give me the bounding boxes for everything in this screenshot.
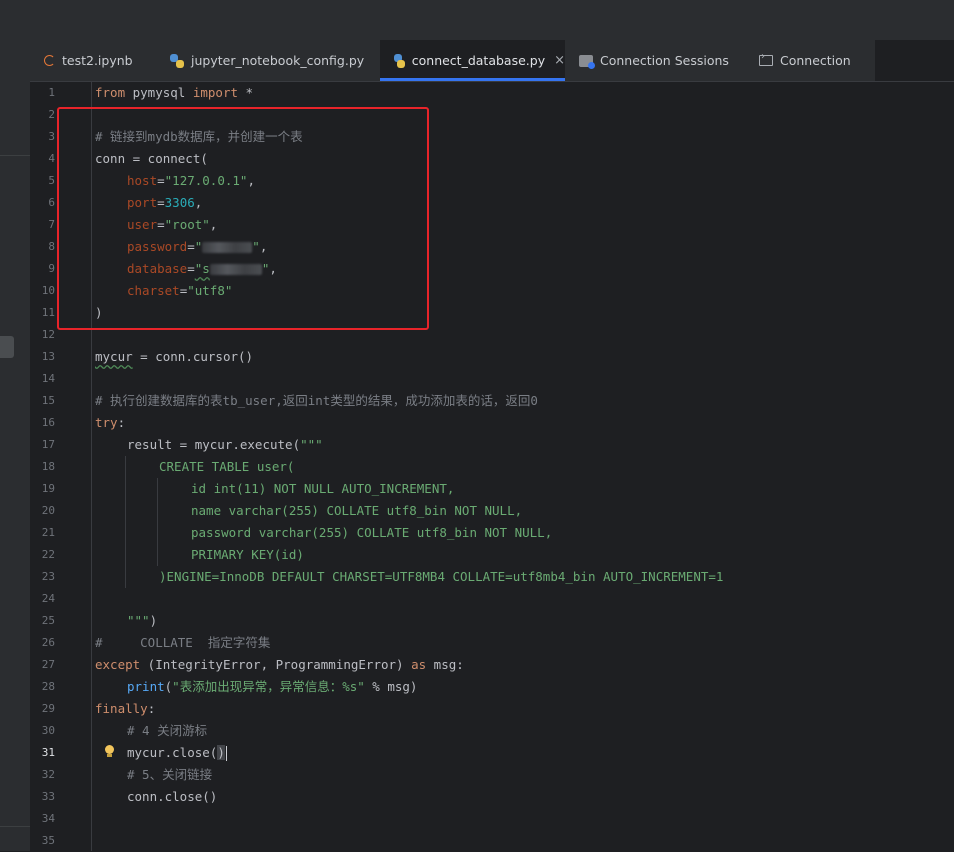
code-line[interactable]: except (IntegrityError, ProgrammingError… (95, 654, 464, 676)
sessions-icon (579, 54, 595, 69)
tab-label: connect_database.py (411, 53, 546, 68)
tab-connect-database[interactable]: connect_database.py × (380, 40, 565, 81)
code-comment[interactable]: # 5、关闭链接 (127, 764, 212, 786)
tool-window-button[interactable] (0, 336, 14, 358)
code-line[interactable]: result = mycur.execute(""" (127, 434, 323, 456)
code-line[interactable]: PRIMARY KEY(id) (191, 544, 304, 566)
code-line[interactable]: password varchar(255) COLLATE utf8_bin N… (191, 522, 552, 544)
line-number: 13 (41, 350, 55, 363)
code-comment[interactable]: # COLLATE 指定字符集 (95, 632, 270, 654)
line-number: 8 (48, 240, 55, 253)
line-number: 27 (41, 658, 55, 671)
jupyter-icon (44, 55, 55, 66)
tab-label: Connection Sessions (600, 53, 729, 68)
line-number: 31 (41, 746, 55, 759)
code-line-current[interactable]: mycur.close() (127, 742, 228, 764)
code-line[interactable]: finally: (95, 698, 155, 720)
indent-guide (125, 456, 126, 588)
tab-jupyter-notebook-config[interactable]: jupyter_notebook_config.py (156, 40, 380, 81)
line-number: 1 (48, 86, 55, 99)
line-number: 3 (48, 130, 55, 143)
left-tool-strip (0, 40, 31, 851)
line-number: 20 (41, 504, 55, 517)
line-number: 6 (48, 196, 55, 209)
tab-label: test2.ipynb (62, 53, 133, 68)
tab-label: jupyter_notebook_config.py (191, 53, 365, 68)
line-number: 29 (41, 702, 55, 715)
tab-label: Connection (780, 53, 851, 68)
line-number: 17 (41, 438, 55, 451)
editor-tab-bar: test2.ipynb jupyter_notebook_config.py c… (30, 40, 954, 82)
line-number: 32 (41, 768, 55, 781)
text-cursor (225, 746, 228, 761)
line-number: 30 (41, 724, 55, 737)
line-number: 26 (41, 636, 55, 649)
close-icon[interactable]: × (554, 53, 565, 68)
tab-connection[interactable]: Connection (745, 40, 875, 81)
code-line[interactable]: from pymysql import * (95, 82, 253, 104)
annotation-highlight-box (57, 107, 429, 330)
python-file-icon (394, 53, 405, 68)
line-number: 2 (48, 108, 55, 121)
line-number: 5 (48, 174, 55, 187)
code-line[interactable]: id int(11) NOT NULL AUTO_INCREMENT, (191, 478, 454, 500)
code-line[interactable]: name varchar(255) COLLATE utf8_bin NOT N… (191, 500, 522, 522)
line-number: 4 (48, 152, 55, 165)
line-number: 22 (41, 548, 55, 561)
line-number: 9 (48, 262, 55, 275)
code-line[interactable]: print("表添加出现异常，异常信息：%s" % msg) (127, 676, 417, 698)
indent-guide (157, 478, 158, 566)
line-number: 11 (41, 306, 55, 319)
code-line[interactable]: )ENGINE=InnoDB DEFAULT CHARSET=UTF8MB4 C… (159, 566, 723, 588)
line-number: 35 (41, 834, 55, 847)
code-line[interactable]: conn.close() (127, 786, 217, 808)
code-line[interactable]: """) (127, 610, 157, 632)
line-number: 19 (41, 482, 55, 495)
code-line[interactable]: mycur = conn.cursor() (95, 346, 253, 368)
line-number: 24 (41, 592, 55, 605)
console-icon (759, 51, 773, 66)
line-number: 10 (41, 284, 55, 297)
line-number: 18 (41, 460, 55, 473)
tab-connection-sessions[interactable]: Connection Sessions (565, 40, 745, 81)
line-number: 23 (41, 570, 55, 583)
line-number: 16 (41, 416, 55, 429)
line-number: 21 (41, 526, 55, 539)
line-number: 15 (41, 394, 55, 407)
code-line[interactable]: try: (95, 412, 125, 434)
title-bar (0, 0, 954, 40)
code-comment[interactable]: # 执行创建数据库的表tb_user,返回int类型的结果，成功添加表的话，返回… (95, 390, 538, 412)
python-file-icon (170, 53, 184, 68)
line-number: 14 (41, 372, 55, 385)
line-number: 7 (48, 218, 55, 231)
code-line[interactable]: CREATE TABLE user( (159, 456, 294, 478)
tab-test2-ipynb[interactable]: test2.ipynb (30, 40, 156, 81)
line-number: 28 (41, 680, 55, 693)
line-number: 25 (41, 614, 55, 627)
code-comment[interactable]: # 4 关闭游标 (127, 720, 207, 742)
line-number: 34 (41, 812, 55, 825)
line-number: 12 (41, 328, 55, 341)
line-number: 33 (41, 790, 55, 803)
